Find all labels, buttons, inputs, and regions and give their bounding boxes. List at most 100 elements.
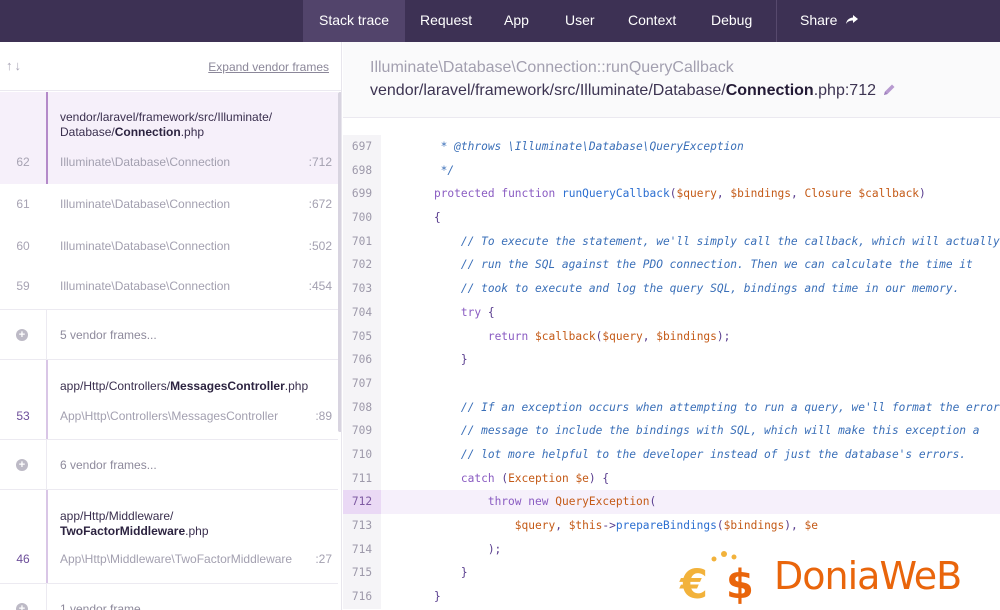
code-line: 704 try { <box>343 300 1000 325</box>
stack-frame-61[interactable]: 61 Illuminate\Database\Connection :672 <box>0 184 338 226</box>
line-number[interactable]: 699 <box>343 182 381 207</box>
code-text: } <box>407 590 441 604</box>
tab-app[interactable]: App <box>488 0 545 42</box>
frames-header: ↑↓ Expand vendor frames <box>0 42 341 91</box>
line-number[interactable]: 712 <box>343 490 381 514</box>
line-number[interactable]: 705 <box>343 324 381 349</box>
stack-frame-59[interactable]: 59 Illuminate\Database\Connection :454 <box>0 268 338 310</box>
tab-stack-trace[interactable]: Stack trace <box>303 0 406 42</box>
stack-frame-46[interactable]: app/Http/Middleware/TwoFactorMiddleware.… <box>0 490 338 584</box>
code-panel: Illuminate\Database\Connection::runQuery… <box>343 42 1000 610</box>
line-number[interactable]: 711 <box>343 466 381 491</box>
line-number[interactable]: 710 <box>343 442 381 467</box>
stack-frame-62[interactable]: vendor/laravel/framework/src/Illuminate/… <box>0 92 338 184</box>
frame-file-path: app/Http/Middleware/TwoFactorMiddleware.… <box>60 509 209 538</box>
frame-class: App\Http\Controllers\MessagesController <box>60 409 279 423</box>
frame-file-path: vendor/laravel/framework/src/Illuminate/… <box>60 110 273 139</box>
file-path: vendor/laravel/framework/src/Illuminate/… <box>370 82 896 102</box>
line-number[interactable]: 701 <box>343 229 381 254</box>
code-text: throw new QueryException( <box>487 495 657 509</box>
code-line: 712 throw new QueryException( <box>343 490 1000 514</box>
frame-line: :502 <box>308 239 332 253</box>
code-line: 715 } <box>343 561 1000 586</box>
line-number[interactable]: 713 <box>343 514 381 538</box>
frame-number: 53 <box>16 409 30 423</box>
code-block: 697 * @throws \Illuminate\Database\Query… <box>343 135 1000 609</box>
frame-class: Illuminate\Database\Connection <box>60 239 231 253</box>
method-name: Illuminate\Database\Connection::runQuery… <box>370 59 734 76</box>
vendor-frames-toggle-6[interactable]: + 6 vendor frames... <box>0 440 338 490</box>
tab-debug[interactable]: Debug <box>695 0 768 42</box>
code-text: * @throws \Illuminate\Database\QueryExce… <box>407 140 744 153</box>
pencil-icon[interactable] <box>882 83 896 102</box>
code-line: 713 $query, $this->prepareBindings($bind… <box>343 514 1000 538</box>
frame-class: Illuminate\Database\Connection <box>60 155 231 169</box>
line-number[interactable]: 697 <box>343 135 381 159</box>
line-number[interactable]: 703 <box>343 277 381 301</box>
top-nav: Stack trace Request App User Context Deb… <box>0 0 1000 42</box>
nav-divider <box>776 0 777 42</box>
line-number[interactable]: 698 <box>343 158 381 183</box>
tab-request[interactable]: Request <box>404 0 488 42</box>
code-line: 698 */ <box>343 158 1000 183</box>
code-line: 708 // If an exception occurs when attem… <box>343 395 1000 420</box>
code-line: 710 // lot more helpful to the developer… <box>343 442 1000 467</box>
code-text: return $callback($query, $bindings); <box>487 329 731 343</box>
line-number[interactable]: 709 <box>343 419 381 443</box>
code-line: 709 // message to include the bindings w… <box>343 419 1000 443</box>
frame-file-path: app/Http/Controllers/MessagesController.… <box>60 379 309 393</box>
code-text: // took to execute and log the query SQL… <box>407 282 960 296</box>
code-line: 702 // run the SQL against the PDO conne… <box>343 253 1000 278</box>
code-text: // To execute the statement, we'll simpl… <box>407 234 1000 248</box>
tab-context[interactable]: Context <box>612 0 692 42</box>
plus-circle-icon: + <box>16 603 28 610</box>
stack-frame-60[interactable]: 60 Illuminate\Database\Connection :502 <box>0 226 338 268</box>
frame-line: :89 <box>315 409 332 423</box>
frame-nav-arrows-icon[interactable]: ↑↓ <box>6 58 23 73</box>
line-number[interactable]: 716 <box>343 585 381 609</box>
code-line: 707 <box>343 371 1000 396</box>
plus-circle-icon: + <box>16 459 28 471</box>
frame-number: 62 <box>16 155 30 169</box>
line-number[interactable]: 704 <box>343 300 381 325</box>
tab-user[interactable]: User <box>549 0 611 42</box>
code-text: // lot more helpful to the developer ins… <box>407 447 967 461</box>
line-number[interactable]: 715 <box>343 561 381 586</box>
share-button[interactable]: Share <box>784 0 875 42</box>
stack-frame-53[interactable]: app/Http/Controllers/MessagesController.… <box>0 360 338 440</box>
vendor-frames-toggle-5[interactable]: + 5 vendor frames... <box>0 310 338 360</box>
code-text: */ <box>407 163 455 177</box>
share-icon <box>845 1 859 42</box>
code-line: 716 } <box>343 585 1000 609</box>
frame-class: Illuminate\Database\Connection <box>60 197 231 211</box>
expand-vendor-frames-link[interactable]: Expand vendor frames <box>208 60 329 74</box>
plus-circle-icon: + <box>16 329 28 341</box>
code-text: try { <box>460 305 495 319</box>
frame-line: :454 <box>308 279 332 293</box>
line-number[interactable]: 702 <box>343 253 381 278</box>
code-line: 703 // took to execute and log the query… <box>343 277 1000 301</box>
code-text: } <box>407 353 468 367</box>
code-line: 706 } <box>343 348 1000 372</box>
line-number[interactable]: 707 <box>343 371 381 396</box>
line-number[interactable]: 714 <box>343 537 381 562</box>
share-label: Share <box>800 12 838 28</box>
frame-title: Illuminate\Database\Connection::runQuery… <box>343 42 1000 118</box>
frame-line: :672 <box>308 197 332 211</box>
code-line: 701 // To execute the statement, we'll s… <box>343 229 1000 254</box>
code-line: 699 protected function runQueryCallback(… <box>343 182 1000 207</box>
vendor-frames-toggle-1[interactable]: + 1 vendor frame... <box>0 584 338 610</box>
code-text: // run the SQL against the PDO connectio… <box>407 258 973 272</box>
line-number[interactable]: 706 <box>343 348 381 372</box>
code-line: 711 catch (Exception $e) { <box>343 466 1000 491</box>
code-text: $query, $this->prepareBindings($bindings… <box>514 519 818 532</box>
frame-number: 59 <box>16 279 30 293</box>
code-text: { <box>407 211 441 225</box>
frames-scrollbar[interactable] <box>338 92 341 432</box>
stack-frames-panel: ↑↓ Expand vendor frames vendor/laravel/f… <box>0 42 342 610</box>
code-line: 700 { <box>343 206 1000 230</box>
code-line: 714 ); <box>343 537 1000 562</box>
code-line: 705 return $callback($query, $bindings); <box>343 324 1000 349</box>
line-number[interactable]: 708 <box>343 395 381 420</box>
line-number[interactable]: 700 <box>343 206 381 230</box>
